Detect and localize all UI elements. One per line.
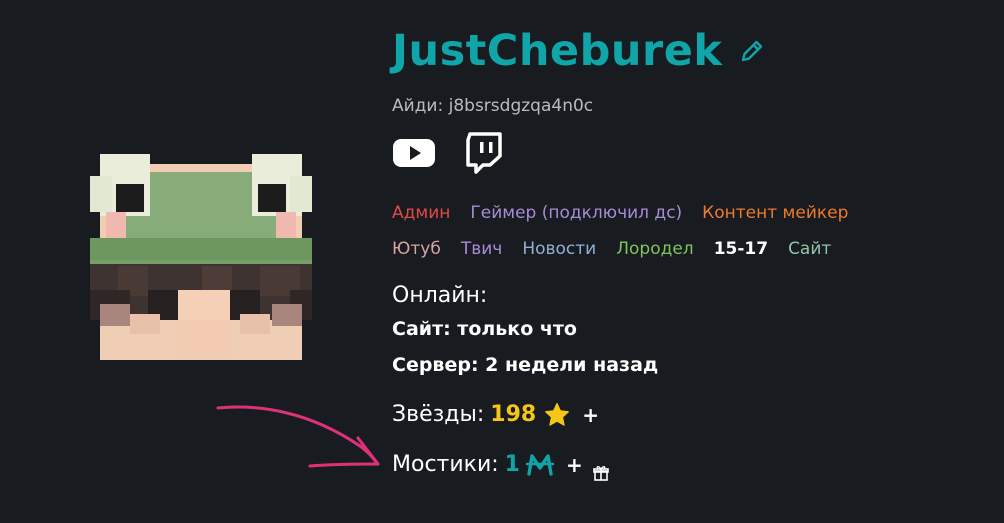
tag-age[interactable]: 15-17	[714, 231, 768, 267]
pencil-icon[interactable]	[738, 37, 766, 65]
tag-gamer[interactable]: Геймер (подключил дс)	[470, 195, 682, 231]
tag-lorodel[interactable]: Лородел	[616, 231, 693, 267]
annotation-arrow	[216, 405, 380, 468]
tag-youtube[interactable]: Ютуб	[392, 231, 441, 267]
username: JustCheburek	[392, 26, 723, 76]
user-id-label: Айди:	[392, 96, 444, 116]
bridges-value: 1	[504, 452, 520, 477]
name-row: JustCheburek	[392, 20, 992, 82]
bridges-row: Мостики: 1 +	[392, 445, 992, 485]
online-title: Онлайн:	[392, 283, 488, 308]
tag-content-maker[interactable]: Контент мейкер	[702, 195, 848, 231]
profile-page: JustCheburek Айди: j8bsrsdgzqa4n0c Админ…	[0, 0, 1004, 523]
user-id-value: j8bsrsdgzqa4n0c	[448, 96, 594, 116]
bridge-currency-icon	[525, 452, 554, 478]
online-server: Сервер: 2 недели назад	[392, 354, 659, 376]
role-tags: Админ Геймер (подключил дс) Контент мейк…	[392, 195, 992, 267]
add-stars-button[interactable]: +	[582, 397, 599, 433]
youtube-icon[interactable]	[392, 136, 436, 170]
tag-admin[interactable]: Админ	[392, 195, 450, 231]
twitch-icon[interactable]	[464, 132, 504, 174]
tags-row-2: Ютуб Твич Новости Лородел 15-17 Сайт	[392, 231, 992, 267]
online-site: Сайт: только что	[392, 318, 577, 340]
add-bridges-button[interactable]: +	[566, 447, 583, 483]
bridges-label: Мостики:	[392, 452, 499, 477]
tag-twitch[interactable]: Твич	[461, 231, 503, 267]
social-links	[392, 131, 992, 175]
star-icon	[544, 402, 570, 428]
stars-value: 198	[490, 402, 537, 427]
tags-row-1: Админ Геймер (подключил дс) Контент мейк…	[392, 195, 992, 231]
tag-news[interactable]: Новости	[522, 231, 596, 267]
tag-site[interactable]: Сайт	[788, 231, 831, 267]
user-id-row: Айди: j8bsrsdgzqa4n0c	[392, 94, 992, 118]
gift-icon[interactable]	[592, 457, 609, 481]
profile-info: JustCheburek Айди: j8bsrsdgzqa4n0c Админ…	[392, 20, 992, 485]
stars-row: Звёзды: 198 +	[392, 395, 992, 435]
avatar	[90, 154, 312, 366]
stars-label: Звёзды:	[392, 402, 485, 427]
